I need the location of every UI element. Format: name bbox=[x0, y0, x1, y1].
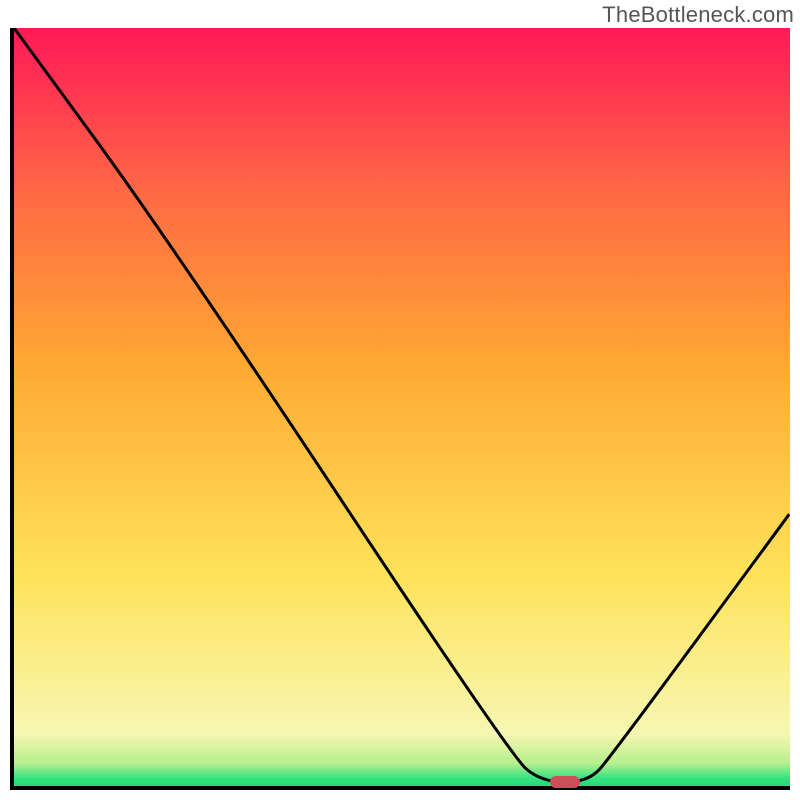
watermark-text: TheBottleneck.com bbox=[602, 2, 794, 28]
plot-frame bbox=[10, 28, 790, 790]
chart-curve bbox=[14, 28, 790, 786]
optimum-marker bbox=[550, 776, 580, 788]
curve-path bbox=[14, 28, 790, 782]
